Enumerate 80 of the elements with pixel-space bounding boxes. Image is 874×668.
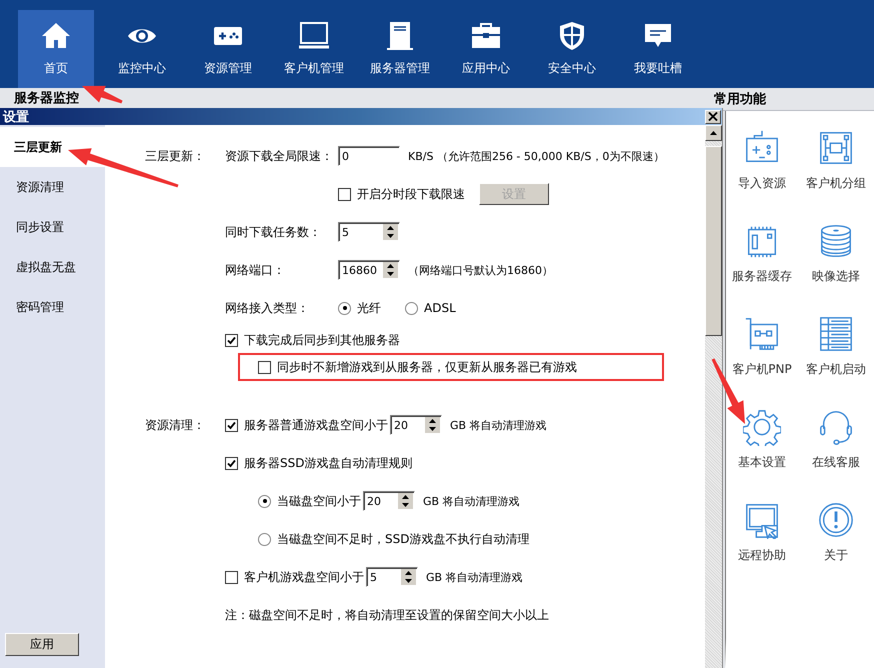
option-label: 同步时不新增游戏到从服务器，仅更新从服务器已有游戏 bbox=[277, 358, 577, 376]
nav-tab[interactable]: 我要吐槽 bbox=[620, 10, 696, 88]
close-button[interactable] bbox=[705, 110, 721, 124]
input-field[interactable]: 0 bbox=[338, 146, 400, 166]
note-text: 注：磁盘空间不足时，将自动清理至设置的保留空间大小以上 bbox=[225, 606, 549, 624]
radio-button[interactable] bbox=[258, 532, 271, 546]
checkbox[interactable] bbox=[225, 456, 238, 470]
shortcut-item[interactable]: 服务器缓存 bbox=[726, 222, 798, 315]
option-label: 开启分时段下载限速 bbox=[357, 186, 465, 202]
hint-text: （网络端口号默认为16860） bbox=[408, 262, 553, 278]
field-label: 同时下载任务数： bbox=[225, 224, 322, 240]
nav-tab[interactable]: 服务器管理 bbox=[362, 10, 438, 88]
option-label: ADSL bbox=[424, 301, 456, 315]
spin-field[interactable]: 5 bbox=[366, 567, 418, 587]
field-label: 网络接入类型： bbox=[225, 300, 310, 316]
network-card-icon bbox=[743, 315, 781, 353]
nav-tab[interactable]: 应用中心 bbox=[448, 10, 524, 88]
option-label: 服务器SSD游戏盘自动清理规则 bbox=[244, 454, 412, 472]
nav-tab[interactable]: 客户机管理 bbox=[276, 10, 352, 88]
hint-text: KB/S （允许范围256 - 50,000 KB/S，0为不限速） bbox=[408, 148, 664, 164]
sidebar-item[interactable]: 三层更新 bbox=[0, 127, 105, 167]
radio-button[interactable] bbox=[405, 302, 418, 314]
nav-tab[interactable]: 监控中心 bbox=[104, 10, 180, 88]
radio-button[interactable] bbox=[338, 302, 351, 314]
checkbox[interactable] bbox=[225, 570, 238, 584]
spin-buttons[interactable] bbox=[401, 569, 416, 585]
section-header: 服务器监控 bbox=[0, 88, 712, 109]
document-icon bbox=[384, 20, 416, 52]
spin-field[interactable]: 20 bbox=[390, 415, 442, 435]
sidebar-item[interactable]: 虚拟盘无盘 bbox=[0, 247, 105, 287]
list-panel-icon bbox=[817, 315, 855, 353]
option-label: 光纤 bbox=[357, 300, 381, 316]
shortcut-item[interactable]: 客户机PNP bbox=[726, 315, 798, 408]
option-label: 当磁盘空间不足时，SSD游戏盘不执行自动清理 bbox=[277, 530, 530, 548]
section-label: 三层更新： bbox=[145, 148, 206, 165]
shortcut-item[interactable]: 关于 bbox=[798, 501, 874, 594]
spin-field[interactable]: 5 bbox=[338, 222, 400, 242]
spin-buttons[interactable] bbox=[425, 417, 440, 433]
info-icon bbox=[817, 501, 855, 539]
spin-buttons[interactable] bbox=[383, 262, 398, 278]
unit-text: GB 将自动清理游戏 bbox=[423, 494, 520, 508]
radio-button[interactable] bbox=[258, 494, 271, 508]
up-arrow-icon bbox=[710, 131, 717, 135]
unit-text: GB 将自动清理游戏 bbox=[426, 570, 523, 584]
option-label: 客户机游戏盘空间小于 bbox=[244, 568, 364, 586]
flowchart-icon bbox=[817, 129, 855, 167]
sidebar-item[interactable]: 同步设置 bbox=[0, 207, 105, 247]
shortcut-item[interactable]: 远程协助 bbox=[726, 501, 798, 594]
scrollbar[interactable] bbox=[705, 125, 722, 668]
headset-icon bbox=[817, 408, 855, 446]
nav-tab[interactable]: 安全中心 bbox=[534, 10, 610, 88]
option-label: 服务器普通游戏盘空间小于 bbox=[244, 416, 388, 434]
shortcut-item[interactable]: 在线客服 bbox=[798, 408, 874, 501]
shortcut-item[interactable]: 客户机启动 bbox=[798, 315, 874, 408]
nav-tab[interactable]: 资源管理 bbox=[190, 10, 266, 88]
checkbox[interactable] bbox=[258, 360, 271, 374]
spin-field[interactable]: 20 bbox=[363, 491, 415, 511]
sidebar-item[interactable]: 密码管理 bbox=[0, 287, 105, 327]
field-label: 资源下载全局限速： bbox=[225, 148, 334, 164]
shortcut-item[interactable]: 映像选择 bbox=[798, 222, 874, 315]
shortcut-item[interactable]: 导入资源 bbox=[726, 129, 798, 222]
option-label: 下载完成后同步到其他服务器 bbox=[244, 332, 400, 348]
unit-text: GB 将自动清理游戏 bbox=[450, 418, 547, 432]
spin-buttons[interactable] bbox=[383, 224, 398, 240]
gear-icon bbox=[743, 408, 781, 446]
checkbox[interactable] bbox=[225, 334, 238, 346]
shortcut-item[interactable]: 基本设置 bbox=[726, 408, 798, 501]
window-cursor-icon bbox=[743, 501, 781, 539]
spin-field[interactable]: 16860 bbox=[338, 260, 400, 280]
checkbox[interactable] bbox=[338, 188, 351, 200]
shortcut-item[interactable]: 客户机分组 bbox=[798, 129, 874, 222]
dialog-title: 设置 bbox=[2, 108, 29, 126]
field-label: 网络端口： bbox=[225, 262, 286, 278]
checkbox[interactable] bbox=[225, 418, 238, 432]
option-label: 当磁盘空间小于 bbox=[277, 492, 361, 510]
spin-buttons[interactable] bbox=[398, 493, 413, 509]
sidebar-item[interactable]: 资源清理 bbox=[0, 167, 105, 207]
section-label: 资源清理： bbox=[145, 417, 206, 434]
apply-button[interactable]: 应用 bbox=[5, 633, 79, 656]
nav-tab[interactable]: 首页 bbox=[18, 10, 94, 88]
